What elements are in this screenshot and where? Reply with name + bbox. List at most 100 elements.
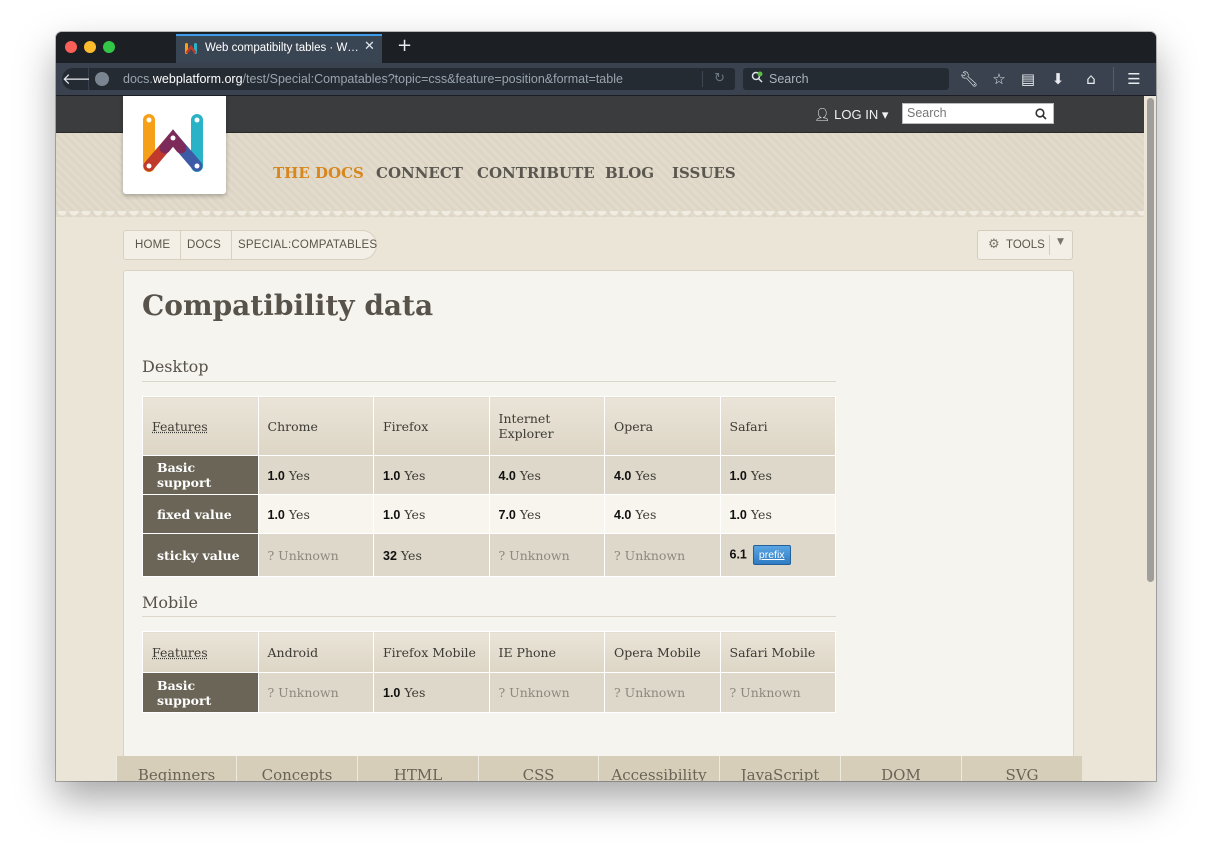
page-viewport: 👤︎ LOG IN ▾ Search THE DOCS CONNECT CONT… [56,96,1156,781]
unknown-status: ? Unknown [267,547,339,563]
version-number: 1.0 [729,507,747,522]
support-status: Yes [750,467,772,483]
tools-dropdown[interactable]: ⚙ TOOLS ▼ [977,230,1073,260]
version-number: 4.0 [498,468,516,483]
topic-tab[interactable]: CSS [478,756,598,781]
support-status: Yes [404,685,426,700]
site-search-input[interactable]: Search [902,103,1054,124]
gear-icon: ⚙ [988,237,1000,252]
search-icon[interactable] [1035,108,1047,120]
features-column-header[interactable]: Features [142,396,259,456]
version-number: 1.0 [267,507,285,522]
breadcrumb-divider [180,231,181,259]
table-row: sticky value ? Unknown 32 Yes ? Unknown ? Un… [142,533,836,577]
back-button[interactable]: 🡐 [62,68,102,90]
close-window-button[interactable] [65,41,77,53]
login-menu[interactable]: 👤︎ LOG IN ▾ [814,107,888,123]
unknown-status: ? Unknown [729,685,801,700]
breadcrumb-home[interactable]: HOME [135,239,170,251]
nav-the-docs[interactable]: THE DOCS [273,164,364,182]
bookmark-star-icon[interactable]: ☆ [989,69,1009,89]
support-cell: 7.0 Yes [488,494,605,534]
page-title: Compatibility data [142,289,434,322]
version-number: 4.0 [614,507,632,522]
browser-search-placeholder: Search [769,72,809,86]
vertical-scrollbar[interactable] [1147,98,1154,582]
support-cell: 1.0 Yes [719,455,836,495]
browser-column-header: Safari [719,396,836,456]
topic-tab[interactable]: DOM [840,756,961,781]
support-status: Yes [519,506,541,522]
download-icon[interactable]: ⬇ [1048,69,1068,89]
chevron-down-icon: ▾ [881,107,889,122]
nav-connect[interactable]: CONNECT [376,164,463,182]
browser-column-header: Opera Mobile [604,631,721,673]
login-label: LOG IN [834,107,879,122]
browser-column-header: Chrome [257,396,374,456]
support-cell: 6.1 prefix [719,533,836,577]
topic-tab[interactable]: Beginners [116,756,236,781]
support-cell: ? Unknown [719,672,836,713]
support-status: Yes [404,506,426,522]
bottom-topic-tabs: Beginners Concepts HTML CSS Accessibility Jav… [116,756,1082,781]
url-separator [702,71,703,87]
reload-icon[interactable]: ↻ [714,71,725,86]
version-number: 4.0 [614,468,632,483]
version-number: 1.0 [383,686,401,700]
navigation-toolbar: 🡐 docs.webplatform.org/test/Special:Comp… [56,63,1156,96]
wrench-icon[interactable]: 🔧︎ [959,69,979,89]
breadcrumb-divider [231,231,232,259]
close-tab-icon[interactable]: ✕ [364,39,375,54]
webplatform-favicon-icon [185,43,197,54]
content-card: Compatibility data Desktop Features Chrom… [123,270,1074,781]
version-number: 6.1 [729,547,747,562]
nav-blog[interactable]: BLOG [605,164,654,182]
nav-issues[interactable]: ISSUES [672,164,736,182]
new-tab-button[interactable]: + [397,35,412,56]
support-cell: 1.0 Yes [373,494,490,534]
version-number: 1.0 [267,468,285,483]
home-icon[interactable]: ⌂ [1081,69,1101,89]
feature-row-header: sticky value [142,533,259,577]
breadcrumb-docs[interactable]: DOCS [187,239,221,251]
support-cell: 32 Yes [373,533,490,577]
support-cell: 1.0 Yes [373,672,490,713]
browser-column-header: Firefox Mobile [373,631,490,673]
topic-tab[interactable]: HTML [357,756,478,781]
url-bar[interactable]: docs.webplatform.org/test/Special:Compat… [89,68,735,90]
version-number: 32 [383,548,397,563]
topic-tab[interactable]: Concepts [236,756,357,781]
support-cell: ? Unknown [257,533,374,577]
support-cell: ? Unknown [604,672,721,713]
webplatform-logo[interactable] [123,96,226,194]
tab-title: Web compatibilty tables · W… [205,42,359,54]
version-number: 1.0 [383,468,401,483]
url-text[interactable]: docs.webplatform.org/test/Special:Compat… [123,72,623,86]
header-scallop-edge [56,211,1144,219]
reading-list-icon[interactable]: ▤ [1018,69,1038,89]
topic-tab[interactable]: Accessibility [598,756,719,781]
hamburger-menu-icon[interactable]: ☰ [1124,69,1144,89]
breadcrumb-current: SPECIAL:COMPATABLES [238,239,378,251]
chevron-down-icon[interactable]: ▼ [1057,237,1064,247]
support-cell: ? Unknown [604,533,721,577]
minimize-window-button[interactable] [84,41,96,53]
table-row: fixed value 1.0 Yes 1.0 Yes 7.0 Yes 4.0 Yes 1… [142,494,836,534]
mobile-heading: Mobile [142,593,198,612]
support-status: Yes [635,506,657,522]
version-number: 1.0 [729,468,747,483]
support-cell: ? Unknown [488,533,605,577]
tab-bar: Web compatibilty tables · W… ✕ + [56,32,1156,63]
unknown-status: ? Unknown [498,547,570,563]
browser-tab-active[interactable]: Web compatibilty tables · W… ✕ [176,34,382,63]
version-number: 1.0 [383,507,401,522]
features-column-header[interactable]: Features [142,631,259,673]
topic-tab[interactable]: JavaScript [719,756,840,781]
zoom-window-button[interactable] [103,41,115,53]
browser-search-input[interactable]: Search [743,68,949,90]
prefix-badge[interactable]: prefix [752,545,791,565]
topic-tab[interactable]: SVG [961,756,1082,781]
nav-contribute[interactable]: CONTRIBUTE [477,164,595,182]
support-cell: 4.0 Yes [604,455,721,495]
browser-column-header: Opera [604,396,721,456]
